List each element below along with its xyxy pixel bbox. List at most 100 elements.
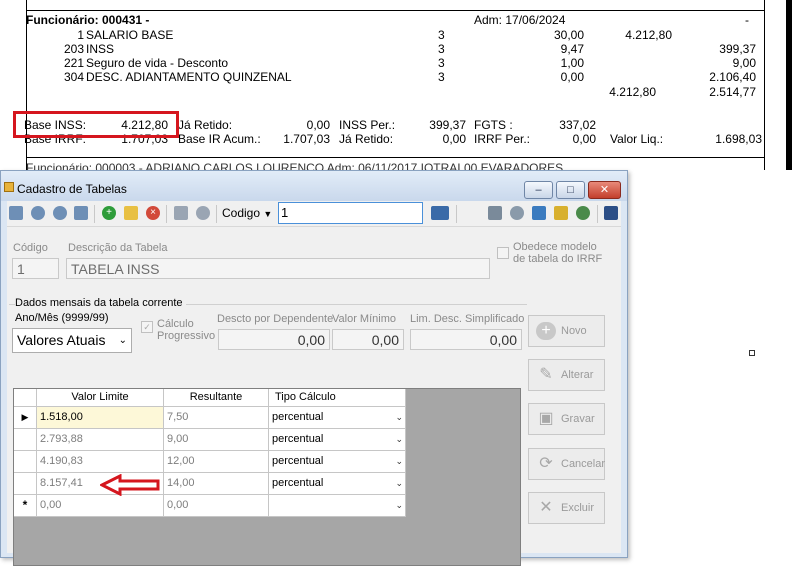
exit-icon[interactable] (604, 206, 618, 220)
delete-icon[interactable]: × (146, 206, 160, 220)
cell-valor-limite[interactable]: 1.518,00 (37, 407, 164, 429)
undo-icon[interactable] (196, 206, 210, 220)
row-indicator[interactable]: ▶ (14, 407, 37, 429)
desconto-dependente-label: Descto por Dependente (217, 313, 334, 325)
red-arrow-annotation (100, 474, 160, 496)
ja-retido-value: 0,00 (442, 132, 466, 146)
item-earning: 4.212,80 (625, 28, 672, 42)
excluir-button[interactable]: ✕ Excluir (528, 492, 605, 524)
maximize-button[interactable]: □ (556, 181, 585, 199)
codigo-dropdown[interactable]: Codigo ▼ (222, 206, 272, 220)
row-indicator[interactable] (14, 451, 37, 473)
valor-liq-value: 1.698,03 (715, 132, 762, 146)
save-icon[interactable] (174, 206, 188, 220)
close-button[interactable]: ✕ (588, 181, 621, 199)
window-title: Cadastro de Tabelas (17, 182, 127, 196)
obedece-checkbox[interactable] (497, 247, 509, 259)
next-record-icon[interactable] (53, 206, 67, 220)
item-qty: 0,00 (560, 70, 584, 84)
cell-resultante[interactable]: 9,00 (164, 429, 269, 451)
cell-tipo-calculo[interactable]: percentual ⌄ (269, 473, 406, 495)
delete-icon: ✕ (539, 499, 553, 516)
report-dark-edge (786, 0, 792, 170)
ja-retido-label: Já Retido: (178, 118, 233, 132)
cancelar-button-label: Cancelar (561, 458, 606, 470)
toolbar-separator (597, 205, 598, 223)
item-code: 304 (63, 70, 84, 84)
search-input[interactable]: 1 (278, 202, 423, 224)
item-qty: 1,00 (560, 56, 584, 70)
tools-icon[interactable] (510, 206, 524, 220)
add-icon[interactable]: + (102, 206, 116, 220)
window-client: + × Codigo ▼ 1 Código 1 Descrição da Tab… (7, 201, 621, 566)
header-tipo-calculo[interactable]: Tipo Cálculo (269, 389, 406, 407)
cell-valor-limite[interactable]: 0,00 (37, 495, 164, 517)
cell-valor-limite[interactable]: 4.190,83 (37, 451, 164, 473)
lim-desc-simplificado-field[interactable]: 0,00 (410, 329, 522, 350)
item-deduction: 2.106,40 (709, 70, 756, 84)
edit-icon[interactable] (124, 206, 138, 220)
report-icon[interactable] (532, 206, 546, 220)
cell-tipo-calculo[interactable]: ⌄ (269, 495, 406, 517)
search-icon[interactable] (431, 206, 449, 220)
toolbar-separator (456, 205, 457, 223)
toolbar: + × Codigo ▼ 1 (7, 201, 621, 227)
header-resultante[interactable]: Resultante (164, 389, 269, 407)
alterar-button[interactable]: ✎ Alterar (528, 359, 605, 391)
user-icon[interactable] (576, 206, 590, 220)
report-top-rule (26, 10, 764, 11)
obedece-label-2: de tabela do IRRF (513, 253, 603, 265)
tipo-calculo-value: percentual (272, 411, 324, 423)
desconto-dependente-field[interactable]: 0,00 (218, 329, 330, 350)
row-indicator[interactable] (14, 429, 37, 451)
cell-resultante[interactable]: 14,00 (164, 473, 269, 495)
cell-tipo-calculo[interactable]: percentual ⌄ (269, 407, 406, 429)
chevron-down-icon[interactable]: ⌄ (395, 451, 403, 472)
cancelar-button[interactable]: ⟳ Cancelar (528, 448, 605, 480)
codigo-field[interactable]: 1 (12, 258, 59, 279)
novo-button[interactable]: + Novo (528, 315, 605, 347)
row-indicator[interactable]: * (14, 495, 37, 517)
list-icon[interactable] (488, 206, 502, 220)
calculo-progressivo-checkbox[interactable]: ✓ (141, 321, 153, 333)
item-desc: SALARIO BASE (86, 28, 174, 42)
header-valor-limite[interactable]: Valor Limite (37, 389, 164, 407)
chevron-down-icon[interactable]: ⌄ (395, 429, 403, 450)
chevron-down-icon[interactable]: ⌄ (395, 495, 403, 516)
anomes-select[interactable]: Valores Atuais ⌄ (12, 328, 132, 353)
chevron-down-icon[interactable]: ⌄ (395, 473, 403, 494)
valor-minimo-label: Valor Mínimo (332, 313, 396, 325)
item-ref: 3 (438, 56, 445, 70)
minimize-button[interactable]: – (524, 181, 553, 199)
gravar-button[interactable]: ▣ Gravar (528, 403, 605, 435)
tipo-calculo-value: percentual (272, 433, 324, 445)
last-record-icon[interactable] (74, 206, 88, 220)
ja-retido-label: Já Retido: (339, 132, 394, 146)
valor-minimo-field[interactable]: 0,00 (332, 329, 404, 350)
app-icon (4, 182, 14, 192)
cell-resultante[interactable]: 7,50 (164, 407, 269, 429)
row-indicator[interactable] (14, 473, 37, 495)
report-dash: - (745, 13, 749, 27)
item-code: 1 (77, 28, 84, 42)
export-icon[interactable] (554, 206, 568, 220)
chevron-down-icon[interactable]: ⌄ (395, 407, 403, 428)
item-code: 221 (63, 56, 84, 70)
cell-tipo-calculo[interactable]: percentual ⌄ (269, 451, 406, 473)
tabela-grid: Valor Limite Resultante Tipo Cálculo ▶ 1… (13, 388, 521, 566)
first-record-icon[interactable] (9, 206, 23, 220)
cell-valor-limite[interactable]: 2.793,88 (37, 429, 164, 451)
employee-header: Funcionário: 000431 - (26, 13, 150, 27)
lim-desc-simplificado-label: Lim. Desc. Simplificado (410, 313, 525, 325)
cell-tipo-calculo[interactable]: percentual ⌄ (269, 429, 406, 451)
title-bar[interactable]: Cadastro de Tabelas – □ ✕ (1, 171, 627, 201)
stray-square-marker (749, 350, 755, 356)
previous-record-icon[interactable] (31, 206, 45, 220)
dados-mensais-label: Dados mensais da tabela corrente (15, 297, 186, 309)
total-earnings: 4.212,80 (609, 85, 656, 99)
cell-resultante[interactable]: 0,00 (164, 495, 269, 517)
report-bottom-rule (26, 157, 764, 158)
cell-resultante[interactable]: 12,00 (164, 451, 269, 473)
descricao-field[interactable]: TABELA INSS (66, 258, 490, 279)
item-code: 203 (63, 42, 84, 56)
